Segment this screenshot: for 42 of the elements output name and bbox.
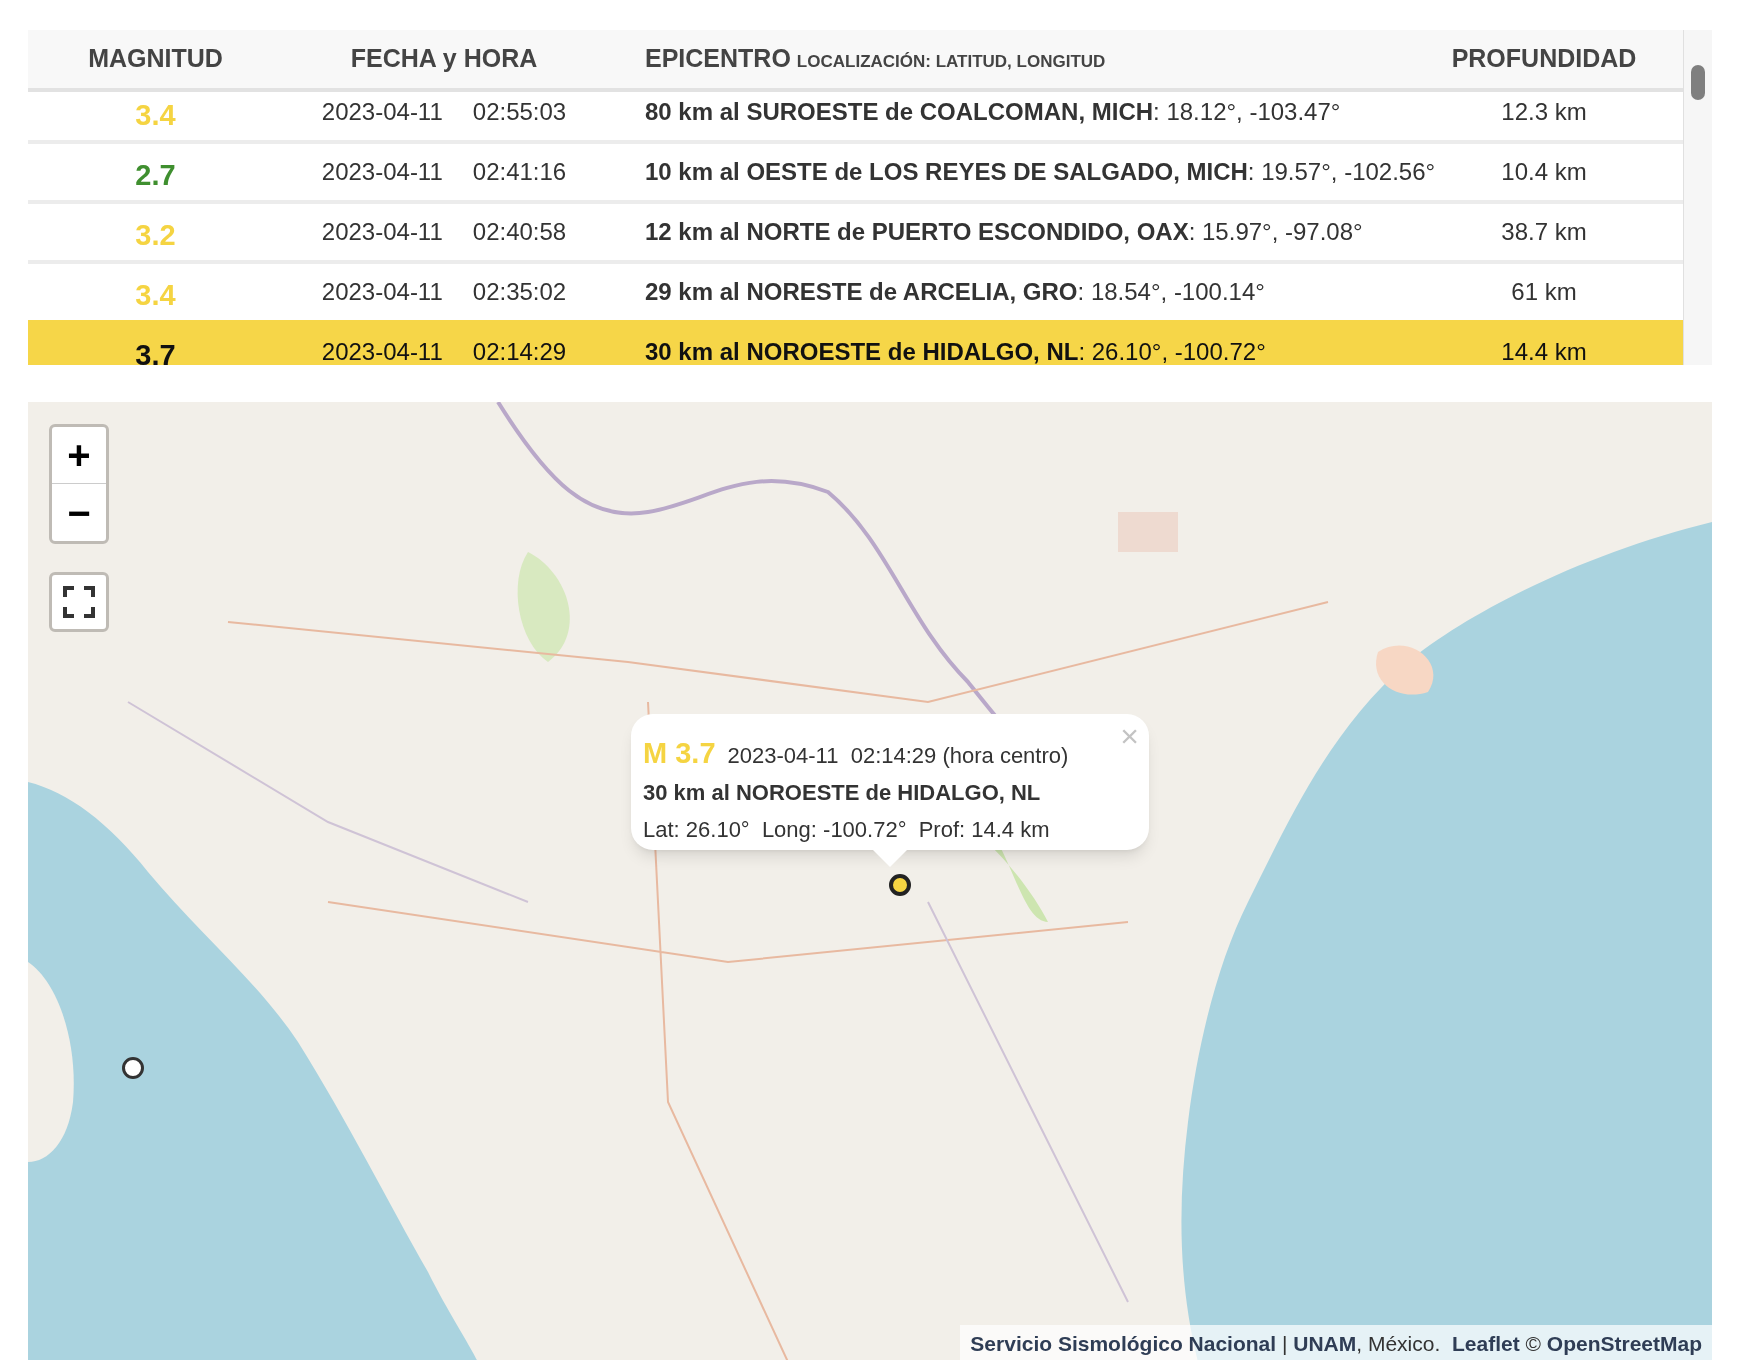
column-subheader: LOCALIZACIÓN: LATITUD, LONGITUD: [796, 51, 1106, 74]
date-text: 2023-04-11: [321, 337, 443, 365]
zoom-out-button[interactable]: −: [52, 484, 106, 541]
time-text: 02:35:02: [472, 277, 567, 307]
epicenter-text: 30 km al NOROESTE de HIDALGO, NL: 26.10°, -100.72°: [645, 337, 1266, 365]
epicenter-text: 29 km al NORESTE de ARCELIA, GRO: 18.54°, -100.14°: [645, 277, 1265, 307]
fullscreen-button[interactable]: [49, 572, 109, 632]
magnitude-value: 3.7: [135, 338, 176, 365]
time-text: 02:41:16: [472, 157, 567, 187]
epicenter-text: 80 km al SUROESTE de COALCOMAN, MICH: 18.12°, -103.47°: [645, 97, 1341, 127]
column-header: PROFUNDIDAD: [1451, 43, 1637, 75]
magnitude-value: 3.4: [135, 98, 176, 134]
epicenter-text: 10 km al OESTE de LOS REYES DE SALGADO, MICH: 19.57°, -102.56°: [645, 157, 1436, 187]
magnitude-value: 3.4: [135, 278, 176, 314]
magnitude-value: 3.2: [135, 218, 176, 254]
column-header: FECHA y HORA: [350, 43, 538, 75]
popup-magnitude: M 3.7: [643, 736, 716, 771]
time-text: 02:14:29: [472, 337, 567, 365]
date-text: 2023-04-11: [321, 217, 443, 247]
date-text: 2023-04-11: [321, 97, 443, 127]
date-text: 2023-04-11: [321, 157, 443, 187]
popup-coordinates: Lat: 26.10° Long: -100.72° Prof: 14.4 km: [643, 816, 1050, 842]
popup-datetime: 2023-04-11 02:14:29 (hora centro): [727, 742, 1069, 770]
zoom-in-button[interactable]: +: [52, 427, 106, 484]
depth-text: 12.3 km: [1501, 97, 1587, 127]
popup-epicenter: 30 km al NOROESTE de HIDALGO, NL: [643, 779, 1041, 805]
fullscreen-icon: [63, 586, 95, 618]
column-header: MAGNITUD: [88, 43, 223, 75]
attribution-text: Servicio Sismológico Nacional | UNAM, México. Leaflet © OpenStreetMap: [960, 1324, 1712, 1360]
table-row[interactable]: 3.7 2023-04-11 02:14:29 30 km al NOROESTE de HIDALGO, NL: 26.10°, -100.72° 14.4 km: [28, 320, 1683, 365]
epicenter-text: 12 km al NORTE de PUERTO ESCONDIDO, OAX: 15.97°, -97.08°: [645, 217, 1363, 247]
depth-text: 61 km: [1511, 277, 1577, 307]
scrollbar[interactable]: [1683, 30, 1712, 365]
column-header: EPICENTRO: [645, 43, 791, 75]
time-text: 02:40:58: [472, 217, 567, 247]
depth-text: 38.7 km: [1501, 217, 1587, 247]
scrollbar-thumb[interactable]: [1691, 65, 1705, 100]
date-text: 2023-04-11: [321, 277, 443, 307]
magnitude-value: 2.7: [135, 158, 176, 194]
depth-text: 10.4 km: [1501, 157, 1587, 187]
depth-text: 14.4 km: [1501, 337, 1587, 365]
time-text: 02:55:03: [472, 97, 567, 127]
